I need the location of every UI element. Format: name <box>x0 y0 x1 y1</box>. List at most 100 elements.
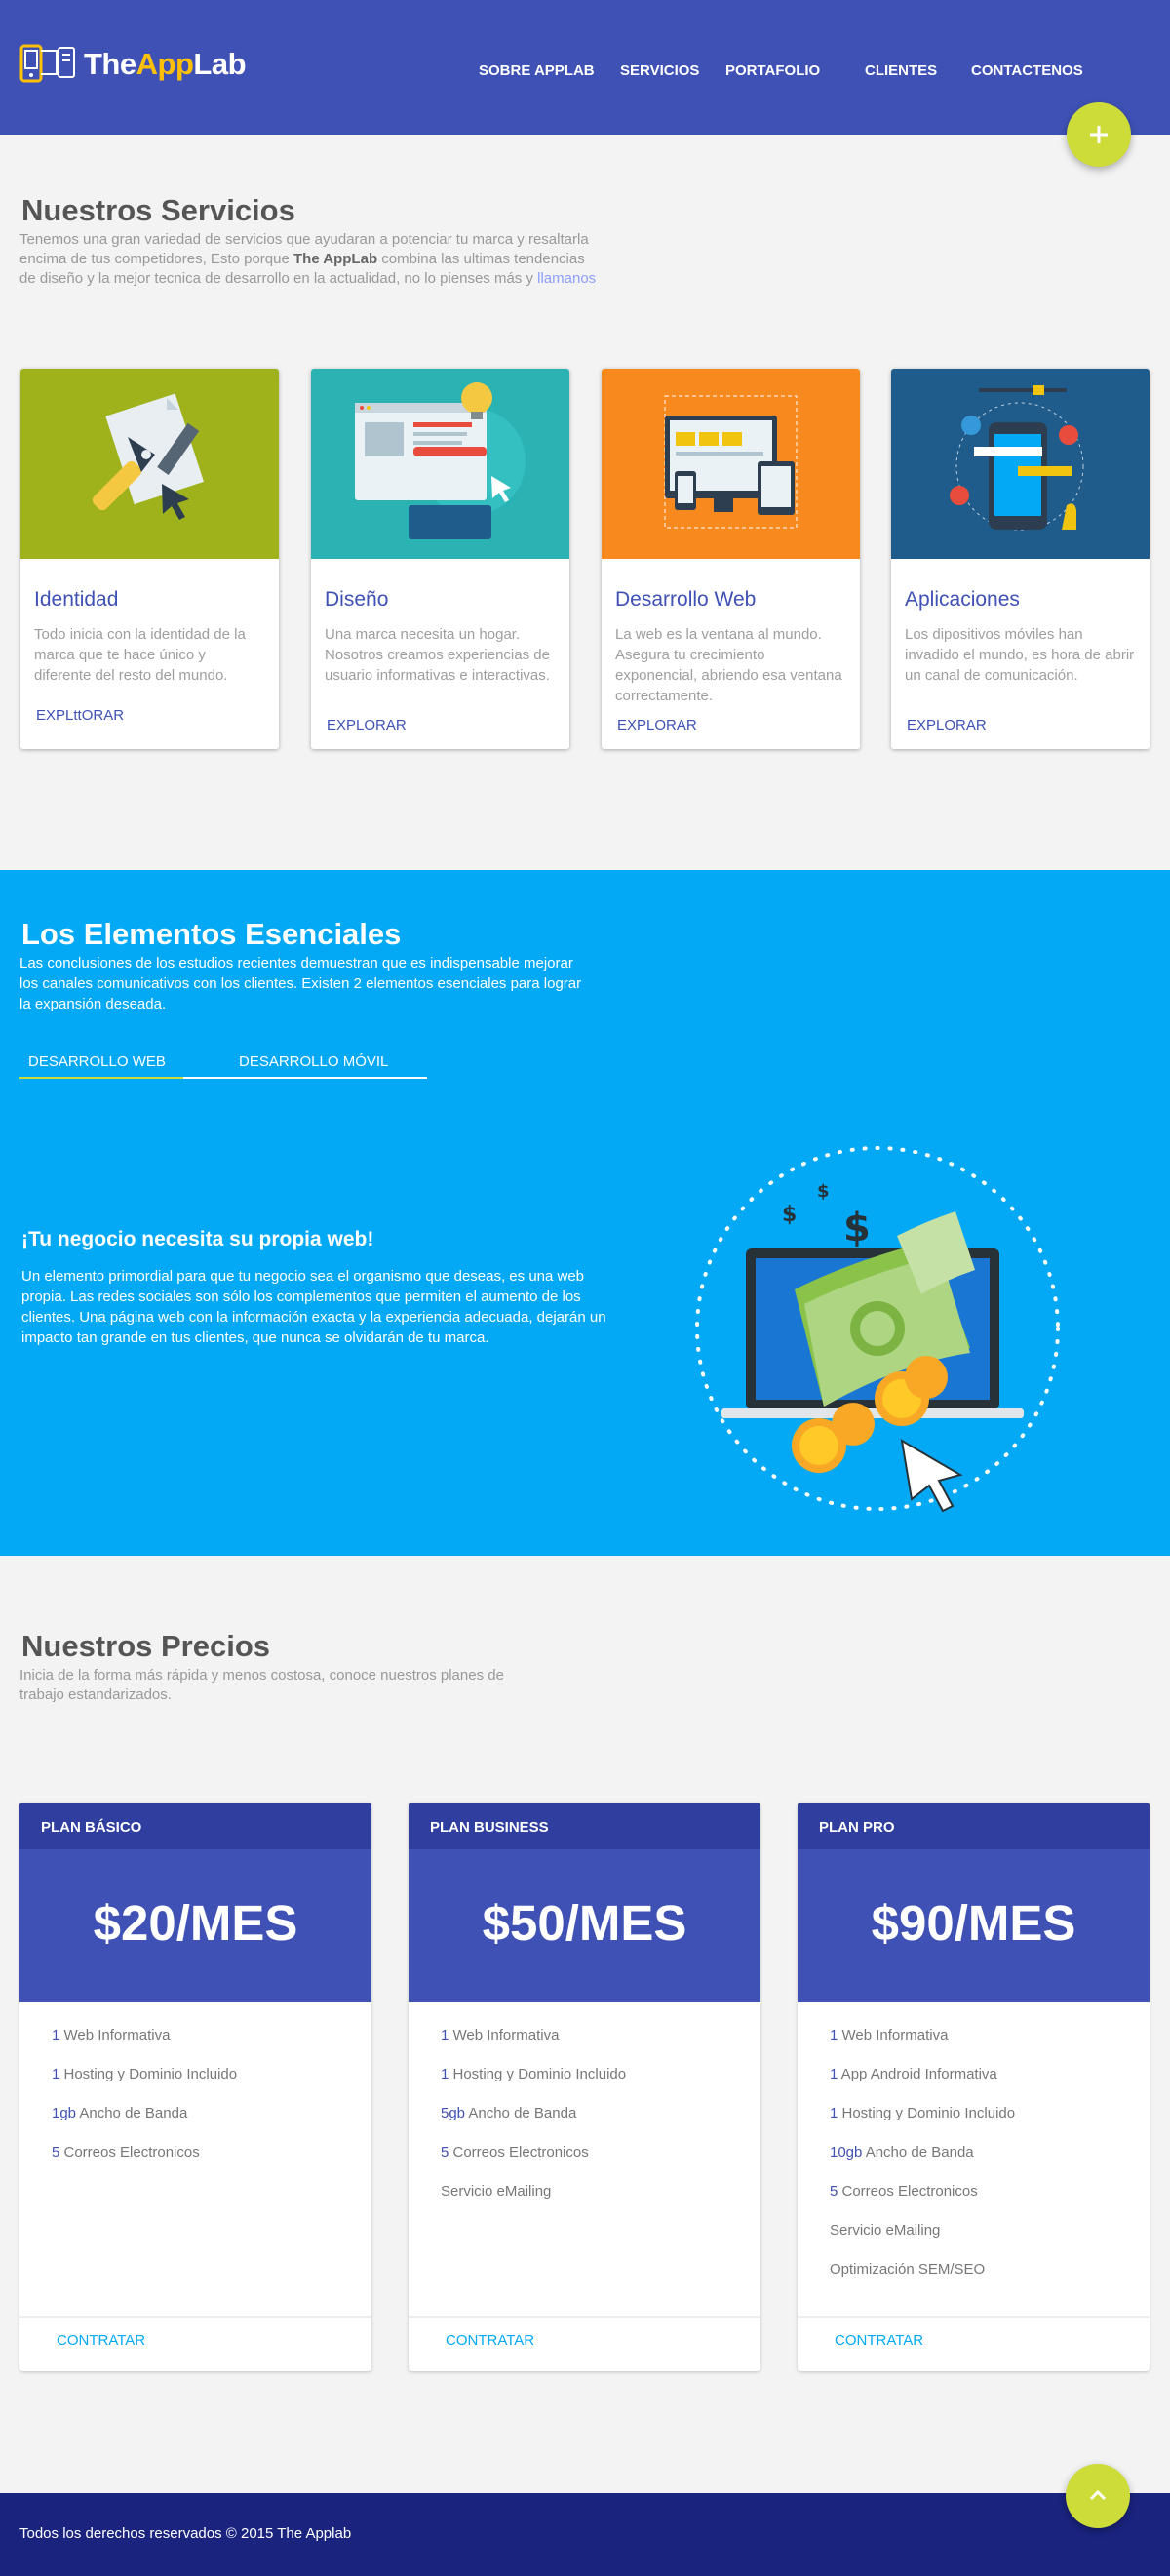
services-desc-bold: The AppLab <box>293 251 378 267</box>
feature-text: Ancho de Banda <box>76 2105 188 2121</box>
card-text: Los dipositivos móviles han invadido el … <box>905 626 1135 684</box>
feature-num: 1 <box>830 2105 838 2121</box>
copyright-text: Todos los derechos reservados © 2015 The… <box>20 2525 352 2542</box>
service-card-desarrollo-web: Desarrollo Web La web es la ventana al m… <box>602 369 860 749</box>
feature-text: Hosting y Dominio Incluido <box>838 2105 1016 2121</box>
feature-text: Web Informativa <box>448 2027 560 2043</box>
feature-num: 5 <box>830 2183 838 2200</box>
explore-aplicaciones-link[interactable]: EXPLORAR <box>907 717 987 733</box>
feature-text: Ancho de Banda <box>862 2144 974 2160</box>
feature-item: 5gb Ancho de Banda <box>441 2105 760 2144</box>
feature-text: Correos Electronicos <box>838 2183 978 2200</box>
site-footer: Todos los derechos reservados © 2015 The… <box>0 2493 1170 2576</box>
logo[interactable]: TheAppLab <box>20 43 247 86</box>
web-paragraph: Un elemento primordial para que tu negoc… <box>21 1268 606 1346</box>
feature-text: Optimización SEM/SEO <box>830 2261 986 2278</box>
nav-clientes[interactable]: CLIENTES <box>865 62 937 79</box>
feature-item: 1 App Android Informativa <box>830 2066 1150 2105</box>
plan-card-business: PLAN BUSINESS $50/MES 1 Web Informativa … <box>409 1803 760 2371</box>
logo-text-lab: Lab <box>193 47 247 81</box>
contract-business-button[interactable]: CONTRATAR <box>446 2332 534 2349</box>
feature-item: Servicio eMailing <box>830 2222 1150 2261</box>
nav-contactenos[interactable]: CONTACTENOS <box>971 62 1083 79</box>
plan-price: $20/MES <box>20 1849 371 2002</box>
desarrollo-web-illustration <box>602 369 860 559</box>
plan-price: $90/MES <box>798 1849 1150 2002</box>
dollar-sign-icon: $ <box>817 1181 830 1202</box>
essentials-tabs: DESARROLLO WEB DESARROLLO MÓVIL <box>20 1044 427 1079</box>
logo-text-app: App <box>136 47 194 81</box>
feature-item: 1gb Ancho de Banda <box>52 2105 371 2144</box>
active-tab-indicator <box>20 1077 183 1079</box>
card-text: Una marca necesita un hogar. Nosotros cr… <box>325 626 550 684</box>
feature-text: Correos Electronicos <box>59 2144 200 2160</box>
feature-item: 1 Web Informativa <box>441 2027 760 2066</box>
feature-item: 1 Hosting y Dominio Incluido <box>52 2066 371 2105</box>
plan-footer: CONTRATAR <box>798 2316 1150 2371</box>
plan-name: PLAN BUSINESS <box>409 1803 760 1849</box>
feature-item: Servicio eMailing <box>441 2183 760 2222</box>
feature-num: 1 <box>52 2066 60 2082</box>
feature-item: 1 Web Informativa <box>52 2027 371 2066</box>
contract-basico-button[interactable]: CONTRATAR <box>57 2332 145 2349</box>
feature-item: 1 Web Informativa <box>830 2027 1150 2066</box>
services-title: Nuestros Servicios <box>21 193 295 227</box>
feature-item: 1 Hosting y Dominio Incluido <box>830 2105 1150 2144</box>
dollar-sign-icon: $ <box>782 1203 797 1227</box>
feature-text: Hosting y Dominio Incluido <box>59 2066 238 2082</box>
plan-card-basico: PLAN BÁSICO $20/MES 1 Web Informativa 1 … <box>20 1803 371 2371</box>
tab-desarrollo-movil[interactable]: DESARROLLO MÓVIL <box>239 1053 388 1070</box>
feature-text: App Android Informativa <box>838 2066 997 2082</box>
logo-text-the: The <box>84 47 136 81</box>
card-title: Aplicaciones <box>905 588 1020 611</box>
explore-diseno-link[interactable]: EXPLORAR <box>327 717 407 733</box>
feature-num: 5gb <box>441 2105 466 2121</box>
feature-num: 5 <box>52 2144 60 2160</box>
plan-features: 1 Web Informativa 1 Hosting y Dominio In… <box>20 2002 371 2183</box>
feature-item: 1 Hosting y Dominio Incluido <box>441 2066 760 2105</box>
essentials-title: Los Elementos Esenciales <box>21 917 402 951</box>
explore-desarrollo-web-link[interactable]: EXPLORAR <box>617 717 697 733</box>
feature-item: Optimización SEM/SEO <box>830 2261 1150 2300</box>
mobile-app-icon <box>891 369 1150 559</box>
feature-text: Servicio eMailing <box>830 2222 941 2239</box>
tab-desarrollo-web[interactable]: DESARROLLO WEB <box>28 1053 166 1070</box>
feature-text: Web Informativa <box>59 2027 171 2043</box>
feature-num: 1 <box>830 2066 838 2082</box>
essentials-section: Los Elementos Esenciales Las conclusione… <box>0 870 1170 1556</box>
plan-name: PLAN BÁSICO <box>20 1803 371 1849</box>
plan-footer: CONTRATAR <box>20 2316 371 2371</box>
explore-identidad-link[interactable]: EXPLttORAR <box>36 707 124 724</box>
pricing-description: Inicia de la forma más rápida y menos co… <box>20 1667 504 1703</box>
nav-portafolio[interactable]: PORTAFOLIO <box>725 62 820 79</box>
nav-sobre-applab[interactable]: SOBRE APPLAB <box>479 62 595 79</box>
feature-item: 5 Correos Electronicos <box>441 2144 760 2183</box>
nav-servicios[interactable]: SERVICIOS <box>620 62 699 79</box>
feature-text: Ancho de Banda <box>465 2105 577 2121</box>
pen-tool-icon <box>20 369 279 559</box>
plan-price: $50/MES <box>409 1849 760 2002</box>
logo-icon <box>20 44 75 83</box>
plus-icon <box>1090 126 1108 143</box>
feature-num: 1 <box>52 2027 60 2043</box>
card-title: Desarrollo Web <box>615 588 757 611</box>
add-fab-button[interactable] <box>1067 102 1131 167</box>
contract-pro-button[interactable]: CONTRATAR <box>835 2332 923 2349</box>
service-card-identidad: Identidad Todo inicia con la identidad d… <box>20 369 279 749</box>
feature-num: 1 <box>441 2066 449 2082</box>
pricing-title: Nuestros Precios <box>21 1629 270 1663</box>
call-us-link[interactable]: llamanos <box>537 270 596 287</box>
feature-item: 5 Correos Electronicos <box>830 2183 1150 2222</box>
aplicaciones-illustration <box>891 369 1150 559</box>
feature-text: Web Informativa <box>838 2027 949 2043</box>
design-browser-icon <box>311 369 569 559</box>
plan-footer: CONTRATAR <box>409 2316 760 2371</box>
feature-item: 10gb Ancho de Banda <box>830 2144 1150 2183</box>
services-description: Tenemos una gran variedad de servicios q… <box>20 230 604 289</box>
feature-text: Servicio eMailing <box>441 2183 552 2200</box>
scroll-top-button[interactable] <box>1066 2464 1130 2528</box>
plan-card-pro: PLAN PRO $90/MES 1 Web Informativa 1 App… <box>798 1803 1150 2371</box>
card-title: Identidad <box>34 588 119 611</box>
dollar-sign-icon: $ <box>843 1206 871 1250</box>
logo-text: TheAppLab <box>84 47 247 82</box>
